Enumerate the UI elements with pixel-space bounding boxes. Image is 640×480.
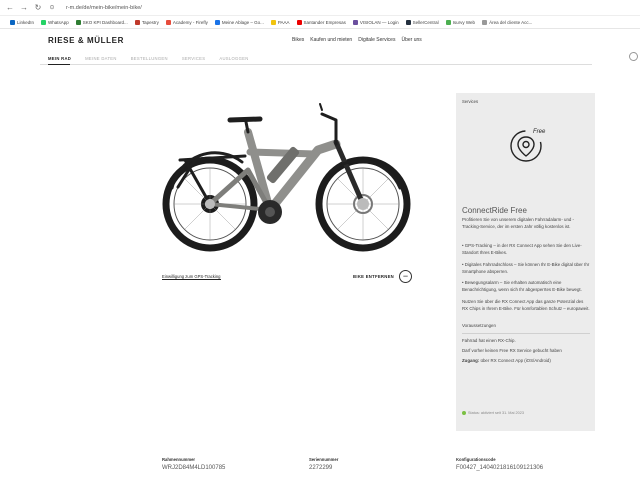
bookmark-label: WhatsApp <box>48 19 69 25</box>
nav-bikes[interactable]: Bikes <box>292 37 304 43</box>
nav-kaufen-mieten[interactable]: Kaufen und mieten <box>310 37 352 43</box>
tab-mein-rad[interactable]: MEIN RAD <box>48 56 71 61</box>
bookmark-item[interactable]: Área del cliente Acc... <box>482 19 533 25</box>
config-code-value: F00427_1404021816109121306 <box>456 465 544 471</box>
status-dot-icon <box>462 411 466 415</box>
gps-consent-link[interactable]: Einwilligung zum GPS-Tracking <box>162 274 221 280</box>
e-bike-illustration <box>162 103 411 252</box>
remove-bike-button[interactable]: BIKE ENTFERNEN − <box>353 270 412 283</box>
frame-number-value: WRJ2D84M4LD100785 <box>162 465 226 471</box>
reload-icon[interactable]: ↻ <box>34 0 42 16</box>
tab-services[interactable]: SERVICES <box>182 56 206 61</box>
bookmark-favicon-icon <box>296 19 302 25</box>
access-label: Zugang: <box>462 357 480 363</box>
bookmarks-bar: LinkedIn WhatsApp SKO KPI Dashboard... Tape… <box>0 16 640 29</box>
bookmark-favicon-icon <box>482 19 488 25</box>
service-outro: Nutzen Sie über die RX Connect App das g… <box>462 299 590 312</box>
bookmark-label: LinkedIn <box>17 19 35 25</box>
bookmark-label: Tapestry <box>141 19 159 25</box>
feature-motion-alarm: • Bewegungsalarm – Sie erhalten automati… <box>462 280 582 293</box>
bookmark-item[interactable]: VISIOLAN — Login <box>352 19 399 25</box>
frame-number-label: Rahmennummer <box>162 457 196 462</box>
bookmark-item[interactable]: Tapestry <box>134 19 159 25</box>
bookmark-favicon-icon <box>10 19 15 25</box>
bookmark-favicon-icon <box>41 19 47 25</box>
access-text: über RX Connect App (iOS/Android) <box>479 357 551 363</box>
bookmark-label: Meine Ablage – Go... <box>221 19 264 25</box>
card-section-label: Services <box>462 99 479 104</box>
bike-info-row: Rahmennummer WRJ2D84M4LD100785 Seriennum… <box>162 457 612 477</box>
bookmark-label: Academy - Firefly <box>172 19 208 25</box>
feature-gps-tracking: • GPS-Tracking – in der RX Connect App s… <box>462 242 582 255</box>
minus-icon: − <box>399 270 412 283</box>
bookmark-item[interactable]: PAAA <box>270 19 290 25</box>
serial-number-block: Seriennummer 2272299 <box>309 457 338 471</box>
bookmark-item[interactable]: Santander Empresas <box>296 19 346 25</box>
nav-digitale-services[interactable]: Digitale Services <box>358 37 395 43</box>
bookmark-item[interactable]: SKO KPI Dashboard... <box>75 19 128 25</box>
account-subnav: MEIN RAD MEINE DATEN BESTELLUNGEN SERVIC… <box>40 51 638 65</box>
bookmark-favicon-icon <box>445 19 451 25</box>
requirement-rx-chip: Fahrrad hat einen RX-Chip. <box>462 337 516 343</box>
service-description: Profitieren Sie von unserem digitalen Fa… <box>462 217 590 371</box>
forward-arrow-icon[interactable]: → <box>20 0 28 16</box>
tab-bestellungen[interactable]: BESTELLUNGEN <box>131 56 168 61</box>
site-header: RIESE & MÜLLER Bikes Kaufen und mieten D… <box>0 29 640 51</box>
bookmark-favicon-icon <box>134 19 140 25</box>
bike-image <box>150 92 420 262</box>
free-badge: Free <box>533 129 546 135</box>
feature-list: • GPS-Tracking – in der RX Connect App s… <box>462 243 590 294</box>
service-title: ConnectRide Free <box>462 206 527 215</box>
bookmark-favicon-icon <box>75 19 81 25</box>
bookmark-favicon-icon <box>405 19 411 25</box>
bookmark-label: SellerCentral <box>412 19 439 25</box>
scroll-button[interactable] <box>629 52 638 61</box>
bookmark-favicon-icon <box>270 19 276 25</box>
service-intro: Profitieren Sie von unserem digitalen Fa… <box>462 217 575 229</box>
config-code-label: Konfigurationscode <box>456 457 496 462</box>
bookmark-item[interactable]: Meine Ablage – Go... <box>214 19 264 25</box>
bookmark-item[interactable]: Isurvy Web <box>445 19 476 25</box>
bike-actions: Einwilligung zum GPS-Tracking BIKE ENTFE… <box>162 270 412 286</box>
divider <box>462 332 590 334</box>
browser-toolbar: ← → ↻ ⊙ r-m.de/de/mein-bike/mein-bike/ <box>0 0 640 16</box>
back-arrow-icon[interactable]: ← <box>6 0 14 16</box>
serial-number-label: Seriennummer <box>309 457 339 462</box>
status-text: Status: aktiviert seit 31. Mai 2023 <box>468 411 524 415</box>
bookmark-label: Santander Empresas <box>303 19 346 25</box>
access-info: Zugang: über RX Connect App (iOS/Android… <box>462 358 590 365</box>
active-tab-indicator <box>48 64 70 65</box>
bookmark-favicon-icon <box>214 19 220 25</box>
map-pin-refresh-icon: Free <box>506 126 546 166</box>
serial-number-value: 2272299 <box>309 465 333 471</box>
remove-bike-label: BIKE ENTFERNEN <box>353 274 394 279</box>
url-field[interactable]: r-m.de/de/mein-bike/mein-bike/ <box>66 5 142 11</box>
bookmark-favicon-icon <box>352 19 358 25</box>
requirement-no-prior-service: Darf vorher keinen Free RX Service gebuc… <box>462 347 562 353</box>
service-status: Status: aktiviert seit 31. Mai 2023 <box>462 411 524 415</box>
requirements-title: Voraussetzungen <box>462 323 496 329</box>
site-info-icon[interactable]: ⊙ <box>48 0 56 16</box>
frame-number-block: Rahmennummer WRJ2D84M4LD100785 <box>162 457 225 471</box>
site-logo[interactable]: RIESE & MÜLLER <box>48 36 292 45</box>
bookmark-item[interactable]: LinkedIn <box>10 19 35 25</box>
main-nav: Bikes Kaufen und mieten Digitale Service… <box>292 37 422 43</box>
bookmark-item[interactable]: SellerCentral <box>405 19 439 25</box>
feature-digital-lock: • Digitales Fahrradschloss – Sie können … <box>462 261 590 274</box>
connectride-service-card: Services Free ConnectRide Free Profitier… <box>456 93 595 431</box>
tab-meine-daten[interactable]: MEINE DATEN <box>85 56 117 61</box>
bookmark-label: SKO KPI Dashboard... <box>82 19 128 25</box>
bookmark-label: Área del cliente Acc... <box>489 19 533 25</box>
bookmark-label: PAAA <box>277 19 290 25</box>
bookmark-label: VISIOLAN — Login <box>359 19 399 25</box>
bookmark-item[interactable]: Academy - Firefly <box>165 19 208 25</box>
bookmark-label: Isurvy Web <box>452 19 476 25</box>
nav-ueber-uns[interactable]: Über uns <box>401 37 421 43</box>
bookmark-item[interactable]: WhatsApp <box>41 19 69 25</box>
bookmark-favicon-icon <box>165 19 171 25</box>
tab-ausloggen[interactable]: AUSLOGGEN <box>219 56 248 61</box>
config-code-block: Konfigurationscode F00427_14040218161091… <box>456 457 543 471</box>
